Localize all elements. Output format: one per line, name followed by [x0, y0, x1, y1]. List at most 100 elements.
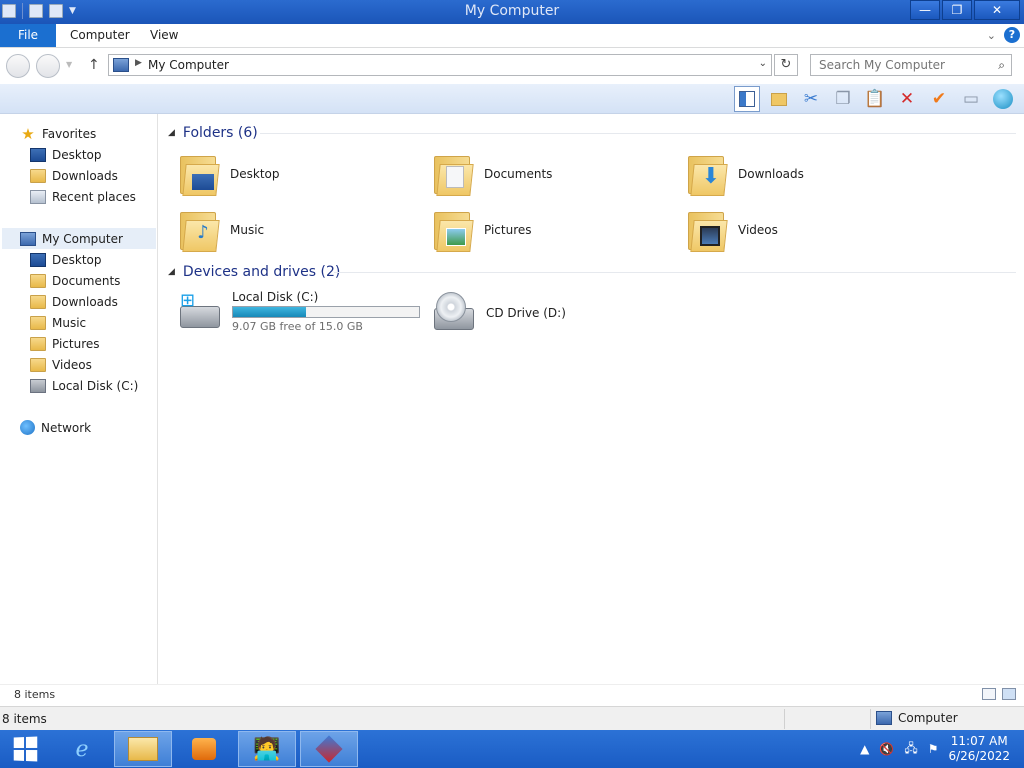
group-divider [260, 133, 1016, 134]
sidebar-item-videos[interactable]: Videos [30, 354, 92, 375]
computer-icon [20, 231, 36, 246]
status-bar: 8 items Computer [0, 706, 1024, 730]
sidebar-item-network[interactable]: Network [20, 417, 91, 438]
status-divider [784, 709, 785, 729]
folder-icon [432, 152, 474, 196]
folder-icon: ♪ [178, 208, 220, 252]
folder-icon [178, 152, 220, 196]
address-bar[interactable]: ▶ My Computer ⌄ [108, 54, 772, 76]
control-panel-icon[interactable]: 🧑‍💻 [238, 731, 296, 767]
cd-drive-icon [432, 292, 476, 334]
file-explorer-icon[interactable] [114, 731, 172, 767]
item-count: 8 items [2, 712, 47, 726]
breadcrumb[interactable]: My Computer [148, 58, 229, 72]
sidebar-item-music[interactable]: Music [30, 312, 86, 333]
start-button[interactable] [0, 730, 50, 768]
drive-label: Local Disk (C:) [232, 290, 319, 304]
sidebar-item-downloads[interactable]: Downloads [30, 165, 118, 186]
folder-icon: ⬇ [686, 152, 728, 196]
disk-usage-bar [232, 306, 420, 318]
delete-icon[interactable]: ✕ [894, 86, 920, 112]
address-dropdown-icon[interactable]: ⌄ [759, 58, 767, 69]
zone-indicator: Computer [876, 711, 958, 725]
clock-date: 6/26/2022 [948, 749, 1010, 763]
sidebar-item-favorites[interactable]: ★ Favorites [20, 123, 96, 144]
drive-cd-d[interactable]: CD Drive (D:) [432, 292, 566, 334]
tab-view[interactable]: View [138, 24, 190, 47]
tab-computer[interactable]: Computer [58, 24, 142, 47]
back-button[interactable] [6, 54, 30, 78]
close-button[interactable]: ✕ [974, 0, 1020, 20]
cut-icon[interactable]: ✂ [798, 86, 824, 112]
sidebar-item-local-disk[interactable]: Local Disk (C:) [30, 375, 138, 396]
drives-group-header[interactable]: ◢ Devices and drives (2) [168, 262, 340, 282]
show-hidden-icons-icon[interactable]: ▲ [860, 742, 869, 756]
windows-logo-icon [13, 736, 38, 762]
sidebar-item-recent-places[interactable]: Recent places [30, 186, 136, 207]
sidebar-item-label: Pictures [52, 336, 100, 351]
maximize-button[interactable]: ❐ [942, 0, 972, 20]
sidebar-item-label: My Computer [42, 231, 123, 246]
check-icon[interactable]: ✔ [926, 86, 952, 112]
folder-desktop[interactable]: Desktop [178, 148, 280, 200]
folder-options-icon[interactable] [766, 86, 792, 112]
sidebar-item-label: Documents [52, 273, 121, 288]
properties-icon[interactable]: ▭ [958, 86, 984, 112]
address-row: ▼ ↑ ▶ My Computer ⌄ ↻ ⌕ [0, 48, 1024, 84]
collapse-icon[interactable]: ◢ [168, 267, 175, 277]
status-divider [870, 709, 871, 729]
up-arrow-icon[interactable]: ↑ [88, 57, 100, 73]
details-status-bar: 8 items [0, 684, 1024, 706]
sidebar-item-downloads[interactable]: Downloads [30, 291, 118, 312]
collapse-icon[interactable]: ◢ [168, 128, 175, 138]
media-player-icon[interactable] [178, 730, 230, 768]
expand-ribbon-icon[interactable]: ⌄ [987, 29, 996, 42]
drive-local-disk-c[interactable]: ⊞ Local Disk (C:) 9.07 GB free of 15.0 G… [178, 290, 420, 333]
disk-free-text: 9.07 GB free of 15.0 GB [232, 320, 363, 333]
recent-locations-icon[interactable]: ▼ [66, 60, 72, 69]
sidebar-item-desktop[interactable]: Desktop [30, 144, 102, 165]
toolbar: ✂ ❐ 📋 ✕ ✔ ▭ [0, 84, 1024, 114]
globe-icon[interactable] [990, 86, 1016, 112]
action-center-icon[interactable]: ⚑ [928, 742, 939, 756]
folder-icon [30, 315, 46, 330]
folder-documents[interactable]: Documents [432, 148, 552, 200]
folder-label: Documents [484, 167, 553, 181]
internet-explorer-icon[interactable]: ℯ [56, 730, 108, 768]
sidebar-item-label: Favorites [42, 126, 97, 141]
toolbar-tools: ✂ ❐ 📋 ✕ ✔ ▭ [734, 86, 1016, 112]
virtualbox-icon[interactable] [300, 731, 358, 767]
paste-icon[interactable]: 📋 [862, 86, 888, 112]
search-input[interactable] [811, 55, 981, 75]
large-icons-view-icon[interactable] [1002, 688, 1016, 700]
sidebar-item-pictures[interactable]: Pictures [30, 333, 100, 354]
folder-music[interactable]: ♪ Music [178, 204, 264, 256]
folder-videos[interactable]: Videos [686, 204, 778, 256]
folder-label: Pictures [484, 223, 532, 237]
zone-label: Computer [898, 711, 958, 725]
clock[interactable]: 11:07 AM 6/26/2022 [948, 734, 1010, 764]
forward-button[interactable] [36, 54, 60, 78]
sidebar-item-desktop[interactable]: Desktop [30, 249, 102, 270]
tab-file[interactable]: File [0, 24, 56, 47]
ribbon-tabs: File Computer View ⌄ ? [0, 24, 1024, 48]
sidebar-item-documents[interactable]: Documents [30, 270, 120, 291]
help-icon[interactable]: ? [1004, 27, 1020, 43]
folders-group-header[interactable]: ◢ Folders (6) [168, 123, 258, 143]
folder-label: Videos [738, 223, 778, 237]
sidebar-item-label: Recent places [52, 189, 136, 204]
folder-icon [30, 273, 46, 288]
folder-downloads[interactable]: ⬇ Downloads [686, 148, 804, 200]
volume-muted-icon[interactable]: 🔇 [879, 742, 894, 756]
folder-pictures[interactable]: Pictures [432, 204, 532, 256]
refresh-button[interactable]: ↻ [774, 54, 798, 76]
breadcrumb-arrow-icon[interactable]: ▶ [135, 58, 142, 68]
minimize-button[interactable]: — [910, 0, 940, 20]
sidebar-item-my-computer[interactable]: My Computer [2, 228, 156, 249]
drive-label: CD Drive (D:) [486, 306, 566, 320]
network-status-icon[interactable]: 🖧 [904, 739, 917, 760]
preview-pane-icon[interactable] [734, 86, 760, 112]
details-view-icon[interactable] [982, 688, 996, 700]
search-icon[interactable]: ⌕ [998, 58, 1005, 73]
copy-icon[interactable]: ❐ [830, 86, 856, 112]
